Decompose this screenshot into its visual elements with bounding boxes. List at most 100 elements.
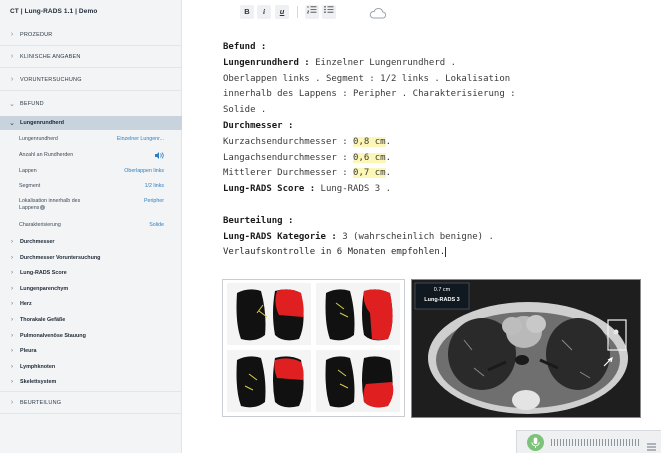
hamburger-menu-icon[interactable] — [647, 438, 656, 451]
field-charakterisierung[interactable]: Charakterisierung Solide — [19, 222, 164, 229]
chevron-right-icon: › — [11, 317, 13, 323]
chevron-right-icon: › — [10, 76, 14, 83]
subsection-skelettsystem[interactable]: › Skelettsystem — [0, 374, 182, 390]
bullet-list-icon[interactable] — [322, 5, 336, 19]
report-line: Solide . — [223, 105, 267, 116]
italic-button[interactable]: i — [257, 5, 271, 19]
subsection-thorakale-gefaesse[interactable]: › Thorakale Gefäße — [0, 312, 182, 328]
field-label: Charakterisierung — [19, 222, 61, 228]
subsection-label: Herz — [20, 301, 32, 307]
field-anzahl-rundherde[interactable]: Anzahl an Rundherden — [19, 152, 164, 162]
dictation-bar — [516, 430, 661, 453]
field-label: Lungenrundherd — [19, 136, 58, 142]
subsection-label: Pleura — [20, 348, 37, 354]
kurzachse-label: Kurzachsendurchmesser : — [223, 136, 348, 147]
field-lungenrundherd[interactable]: Lungenrundherd Einzelner Lungenr... — [19, 136, 164, 143]
field-label-line1: Lokalisation innerhalb des — [19, 198, 81, 204]
field-value[interactable]: Peripher — [144, 198, 164, 205]
section-label: PROZEDUR — [20, 31, 53, 38]
section-befund[interactable]: ⌄ BEFUND — [0, 93, 182, 115]
bold-button[interactable]: B — [240, 5, 254, 19]
subsection-lung-rads-score[interactable]: › Lung-RADS Score — [0, 265, 182, 281]
chevron-right-icon: › — [11, 333, 13, 339]
sidebar: CT | Lung-RADS 1.1 | Demo › PROZEDUR › K… — [0, 0, 182, 453]
report-line: Lung-RADS Kategorie : 3 (wahrscheinlich … — [223, 230, 633, 246]
befund-heading: Befund : — [223, 42, 267, 52]
subsection-lymphknoten[interactable]: › Lymphknoten — [0, 359, 182, 375]
kategorie-value: 3 (wahrscheinlich benigne) . — [342, 231, 494, 242]
report-line: Durchmesser : — [223, 119, 633, 135]
section-label: VORUNTERSUCHUNG — [20, 76, 82, 83]
report-editor[interactable]: Befund : Lungenrundherd : Einzelner Lung… — [223, 40, 633, 261]
lung-segment-diagram — [222, 279, 405, 417]
kurzachse-value: 0,8 cm — [353, 136, 386, 147]
ct-category-label: Lung-RADS 3 — [424, 297, 460, 303]
cloud-icon[interactable] — [369, 6, 387, 24]
subsection-lungenrundherd-active[interactable]: ⌄ Lungenrundherd — [0, 116, 182, 130]
section-klinische-angaben[interactable]: › KLINISCHE ANGABEN — [0, 46, 182, 68]
report-line: Verlaufskontrolle in 6 Monaten empfohlen… — [223, 245, 633, 261]
field-value[interactable]: Oberlappen links — [124, 168, 164, 175]
info-icon[interactable]: i — [40, 205, 46, 211]
field-lokalisation[interactable]: Lokalisation innerhalb des Lappens i Peri… — [19, 198, 164, 212]
beurteilung-heading: Beurteilung : — [223, 215, 294, 226]
report-line: Befund : — [223, 40, 633, 56]
subsection-label: Durchmesser Voruntersuchung — [20, 255, 101, 261]
underline-button[interactable]: u — [275, 5, 289, 19]
subsection-lungenparenchym[interactable]: › Lungenparenchym — [0, 281, 182, 297]
field-value[interactable]: 1/2 links — [145, 183, 164, 190]
chevron-right-icon: › — [11, 270, 13, 276]
field-lappen[interactable]: Lappen Oberlappen links — [19, 168, 164, 175]
field-label: Lappen — [19, 168, 37, 174]
chevron-down-icon: ⌄ — [9, 101, 15, 108]
field-segment[interactable]: Segment 1/2 links — [19, 183, 164, 190]
chevron-right-icon: › — [10, 399, 14, 406]
subsection-label: Thorakale Gefäße — [20, 317, 66, 323]
subsection-herz[interactable]: › Herz — [0, 296, 182, 312]
section-label: BEURTEILUNG — [20, 399, 62, 406]
section-voruntersuchung[interactable]: › VORUNTERSUCHUNG — [0, 69, 182, 91]
section-prozedur[interactable]: › PROZEDUR — [0, 24, 182, 46]
section-beurteilung[interactable]: › BEURTEILUNG — [0, 391, 182, 414]
editor-toolbar: B i u — [182, 0, 661, 24]
text-caret — [445, 246, 447, 257]
lungenrundherd-label: Lungenrundherd : — [223, 57, 310, 68]
chevron-right-icon: › — [11, 255, 13, 261]
chevron-right-icon: › — [11, 301, 13, 307]
subsection-label: Lungenparenchym — [20, 286, 69, 292]
field-value[interactable]: Solide — [149, 222, 164, 229]
field-value[interactable]: Einzelner Lungenr... — [117, 136, 164, 143]
report-line: innerhalb des Lappens : Peripher . Chara… — [223, 89, 516, 100]
mittlerer-label: Mittlerer Durchmesser : — [223, 168, 348, 179]
report-line: Langachsendurchmesser : 0,6 cm. — [223, 152, 391, 163]
field-label: Anzahl an Rundherden — [19, 152, 74, 158]
chevron-right-icon: › — [11, 348, 13, 354]
langachse-label: Langachsendurchmesser : — [223, 152, 348, 163]
subsection-label: Pulmonalvenöse Stauung — [20, 333, 86, 339]
durchmesser-heading: Durchmesser : — [223, 120, 294, 131]
subsection-pulmonalvenoese-stauung[interactable]: › Pulmonalvenöse Stauung — [0, 328, 182, 344]
subsection-durchmesser[interactable]: › Durchmesser — [0, 234, 182, 250]
subsection-pleura[interactable]: › Pleura — [0, 343, 182, 359]
section-label: BEFUND — [20, 101, 44, 107]
report-line: Oberlappen links . Segment : 1/2 links .… — [223, 73, 511, 84]
report-line: Beurteilung : — [223, 214, 633, 230]
report-line-empty — [223, 198, 633, 214]
chevron-right-icon: › — [11, 364, 13, 370]
chevron-right-icon: › — [11, 239, 13, 245]
score-label: Lung-RADS Score : — [223, 184, 316, 195]
section-label: KLINISCHE ANGABEN — [20, 53, 81, 60]
score-value: Lung-RADS 3 . — [320, 184, 391, 195]
field-label: Segment — [19, 183, 41, 189]
subsection-label: Lungenrundherd — [20, 120, 64, 126]
subsection-durchmesser-voruntersuchung[interactable]: › Durchmesser Voruntersuchung — [0, 250, 182, 266]
verlauf-text: Verlaufskontrolle in 6 Monaten empfohlen… — [223, 247, 446, 258]
kategorie-label: Lung-RADS Kategorie : — [223, 231, 337, 242]
microphone-button[interactable] — [527, 434, 544, 451]
subsection-label: Durchmesser — [20, 239, 55, 245]
chevron-right-icon: › — [10, 53, 14, 60]
lungenrundherd-value: Einzelner Lungenrundherd . — [315, 57, 457, 68]
speaker-icon[interactable] — [155, 152, 164, 162]
ordered-list-icon[interactable] — [305, 5, 319, 19]
ct-scan-image: 0.7 cm Lung-RADS 3 — [411, 279, 641, 418]
